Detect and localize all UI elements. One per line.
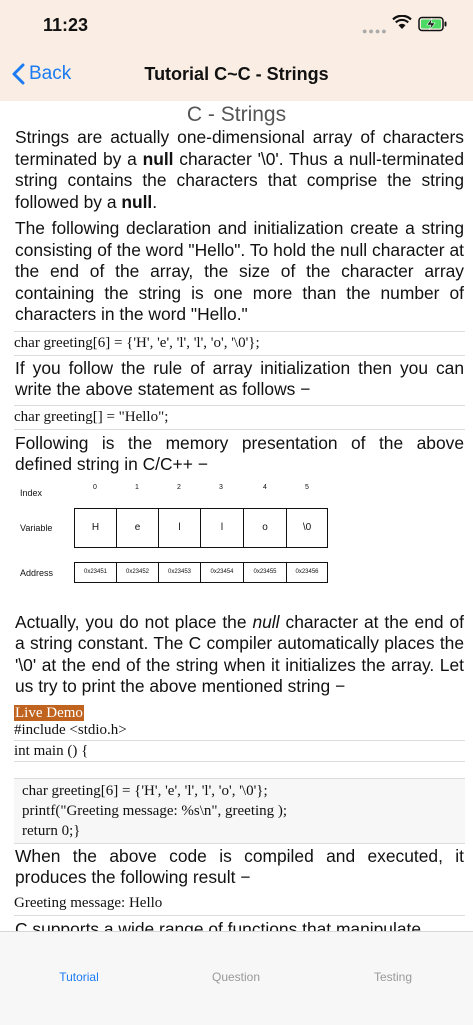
index-label: Index [20, 487, 43, 498]
section-heading: C - Strings [186, 103, 287, 126]
index-cell: 1 [135, 483, 139, 491]
tab-testing[interactable]: Testing [333, 970, 453, 984]
tab-question[interactable]: Question [176, 970, 296, 984]
index-cell: 4 [263, 483, 267, 491]
live-demo-link[interactable]: Live Demo [14, 704, 84, 721]
code-line: char greeting[6] = {'H', 'e', 'l', 'l', … [22, 782, 268, 799]
code-line: printf("Greeting message: %s\n", greetin… [22, 802, 288, 819]
variable-cell: l [158, 507, 201, 548]
variable-cell: \0 [286, 507, 328, 548]
index-cell: 2 [177, 483, 181, 491]
address-cell: 0x23454 [200, 561, 244, 583]
address-cell: 0x23456 [286, 561, 328, 583]
variable-cell: H [74, 507, 117, 548]
battery-charging-icon [418, 16, 448, 37]
memory-diagram: Index Variable Address 0 1 2 3 4 5 H e l… [0, 476, 473, 612]
code-line: int main () { [14, 741, 465, 762]
paragraph-3: If you follow the rule of array initiali… [15, 357, 464, 400]
navigation-bar: Back Tutorial C~C - Strings [0, 55, 473, 99]
index-cell: 0 [93, 483, 97, 491]
paragraph-1: Strings are actually one-dimensional arr… [15, 127, 465, 212]
variable-cell: o [243, 507, 287, 548]
paragraph-5: Actually, you do not place the null char… [15, 611, 464, 697]
code-inner: char greeting[6] = {'H', 'e', 'l', 'l', … [14, 777, 465, 844]
code-snippet-2: char greeting[] = "Hello"; [14, 404, 465, 430]
page-title: Tutorial C~C - Strings [144, 64, 329, 84]
code-snippet-1: char greeting[6] = {'H', 'e', 'l', 'l', … [14, 330, 465, 356]
address-label: Address [20, 567, 54, 578]
index-cell: 5 [305, 483, 309, 491]
status-time: 11:23 [43, 15, 89, 35]
wifi-icon [392, 14, 412, 35]
paragraph-4: Following is the memory presentation of … [15, 432, 464, 475]
paragraph-2: The following declaration and initializa… [15, 218, 464, 324]
variable-label: Variable [20, 522, 53, 533]
output-snippet: Greeting message: Hello [14, 891, 465, 916]
index-cell: 3 [219, 483, 223, 491]
address-cell: 0x23453 [158, 561, 201, 583]
header: 11:23 ●●●● Back Tutorial C~C - Strings [0, 0, 473, 101]
variable-cell: e [116, 507, 159, 548]
tab-tutorial[interactable]: Tutorial [19, 970, 139, 984]
code-line: return 0;} [22, 822, 81, 839]
tutorial-content[interactable]: C - Strings Strings are actually one-dim… [0, 101, 473, 931]
address-cell: 0x23455 [243, 561, 287, 583]
address-cell: 0x23452 [116, 561, 159, 583]
cellular-signal-icon: ●●●● [362, 26, 388, 36]
code-line: #include <stdio.h> [14, 720, 465, 741]
address-cell: 0x23451 [74, 561, 117, 583]
paragraph-6: When the above code is compiled and exec… [15, 845, 464, 888]
variable-cell: l [200, 507, 244, 548]
paragraph-7: C supports a wide range of functions tha… [15, 918, 422, 932]
tab-bar: Tutorial Question Testing [0, 931, 473, 1025]
code-block: #include <stdio.h> int main () { char gr… [14, 720, 465, 844]
status-bar: 11:23 ●●●● [0, 0, 473, 50]
